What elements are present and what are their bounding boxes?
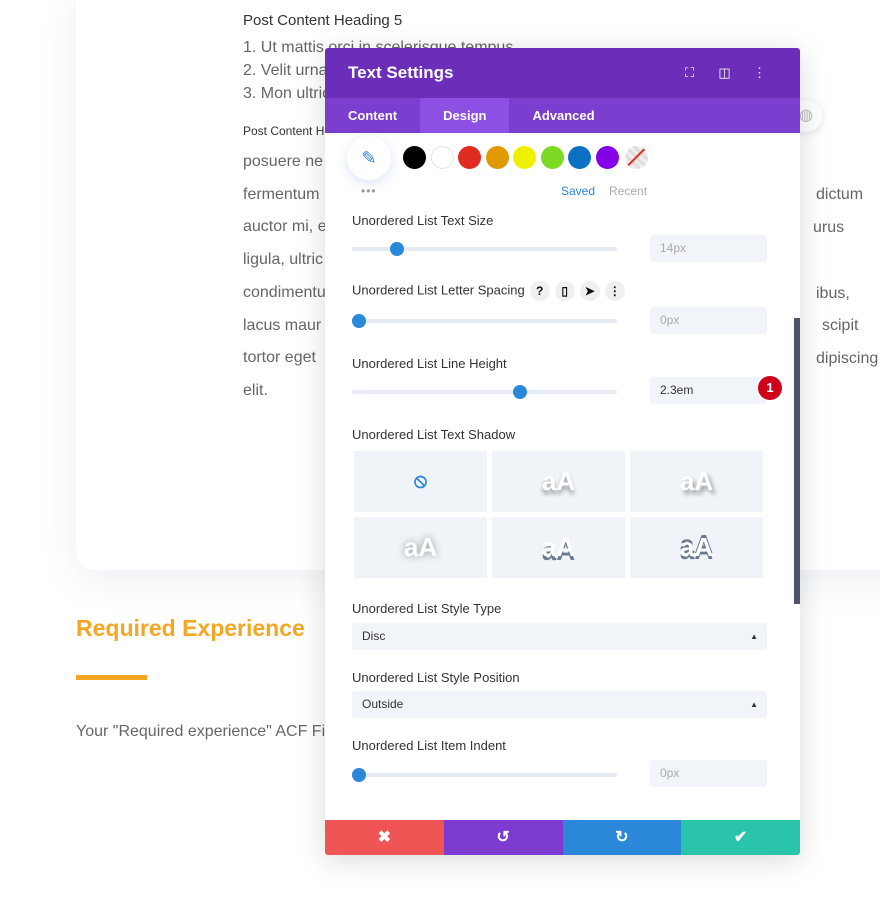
style-type-label: Unordered List Style Type: [352, 601, 502, 616]
letter-spacing-label: Unordered List Letter Spacing? ▯ ➤ ⋮: [352, 281, 625, 301]
style-type-select[interactable]: Disc ▲: [352, 623, 767, 650]
required-experience-heading: Required Experience: [76, 615, 305, 641]
shadow-none-option[interactable]: ⦸: [354, 451, 487, 512]
line-height-label: Unordered List Line Height: [352, 356, 507, 371]
post-heading-6: Post Content H: [243, 124, 325, 138]
line-height-input[interactable]: 2.3em: [650, 377, 767, 404]
tab-content[interactable]: Content: [325, 98, 420, 133]
item-indent-input[interactable]: 0px: [650, 760, 767, 787]
post-heading-5: Post Content Heading 5: [243, 12, 403, 29]
split-view-icon[interactable]: ◫: [707, 65, 742, 81]
heading-divider: [76, 675, 147, 680]
mobile-icon[interactable]: ▯: [554, 281, 575, 301]
style-type-value: Disc: [362, 629, 386, 643]
paragraph-line: fermentum: [243, 185, 320, 203]
modal-title: Text Settings: [348, 63, 454, 82]
text-size-label: Unordered List Text Size: [352, 213, 494, 228]
paragraph-line: auctor mi, e: [243, 218, 327, 236]
shadow-preset-option[interactable]: aA: [354, 517, 487, 578]
slider-handle[interactable]: [352, 314, 366, 328]
paragraph-line: scipit: [822, 317, 859, 334]
select-arrows-icon: ▲: [750, 632, 758, 641]
paragraph-line: urus: [813, 219, 845, 236]
recent-colors-tab[interactable]: Recent: [609, 184, 647, 198]
modal-header: Text Settings ⛶ ◫ ⋮: [325, 48, 800, 98]
text-size-input[interactable]: 14px: [650, 235, 767, 262]
slider-handle[interactable]: [389, 242, 404, 256]
no-color-swatch[interactable]: [625, 146, 648, 169]
text-shadow-label: Unordered List Text Shadow: [352, 427, 516, 442]
paragraph-line: condimentu: [243, 283, 326, 301]
acf-field-text: Your "Required experience" ACF Fi: [76, 723, 326, 740]
paragraph-line: dipiscing: [816, 350, 879, 367]
tab-design[interactable]: Design: [420, 98, 510, 133]
style-position-select[interactable]: Outside ▲: [352, 691, 767, 718]
slider-handle[interactable]: [352, 768, 366, 782]
more-colors-button[interactable]: •••: [361, 184, 377, 198]
paragraph-line: elit.: [243, 381, 268, 399]
shadow-preset-option[interactable]: aA: [630, 517, 763, 578]
list-item: 2. Velit urna: [243, 62, 328, 79]
cursor-icon[interactable]: ➤: [579, 281, 600, 301]
tab-advanced[interactable]: Advanced: [509, 98, 617, 133]
save-button[interactable]: ✔: [681, 820, 800, 855]
letter-spacing-input[interactable]: 0px: [650, 307, 767, 334]
color-swatch[interactable]: [595, 146, 619, 169]
paragraph-line: posuere ne: [243, 153, 324, 170]
line-height-slider[interactable]: [352, 385, 617, 399]
text-shadow-presets: ⦸ aA aA aA aA aA: [354, 451, 763, 578]
color-swatch[interactable]: [513, 146, 536, 169]
scrollbar[interactable]: [794, 318, 800, 604]
eyedropper-icon[interactable]: ✎: [347, 136, 391, 180]
shadow-preset-option[interactable]: aA: [630, 451, 763, 512]
color-swatch[interactable]: [458, 146, 481, 169]
more-vertical-icon[interactable]: ⋮: [742, 65, 777, 81]
undo-button[interactable]: ↺: [443, 820, 563, 855]
paragraph-line: lacus maur: [243, 316, 322, 334]
item-indent-slider[interactable]: [352, 768, 617, 782]
letter-spacing-label-text: Unordered List Letter Spacing: [352, 282, 525, 298]
color-swatch[interactable]: [568, 146, 591, 169]
saved-colors-tab[interactable]: Saved: [561, 184, 595, 198]
paragraph-line: dictum: [816, 186, 864, 203]
shadow-preset-option[interactable]: aA: [492, 451, 625, 512]
step-badge: 1: [758, 376, 782, 400]
paragraph-line: ligula, ultric: [243, 251, 324, 269]
color-swatch[interactable]: [540, 146, 564, 169]
cancel-button[interactable]: ✖: [325, 820, 444, 855]
text-settings-modal: Text Settings ⛶ ◫ ⋮ Content Design Advan…: [325, 48, 800, 855]
paragraph-line: ibus,: [816, 285, 850, 302]
text-size-slider[interactable]: [352, 242, 617, 256]
style-position-value: Outside: [362, 697, 404, 711]
letter-spacing-slider[interactable]: [352, 314, 617, 328]
item-indent-label: Unordered List Item Indent: [352, 738, 506, 753]
no-shadow-icon: ⦸: [413, 470, 428, 492]
help-icon[interactable]: ?: [529, 281, 550, 301]
select-arrows-icon: ▲: [750, 700, 758, 709]
shadow-preset-option[interactable]: aA: [492, 517, 625, 578]
color-swatch[interactable]: [485, 146, 509, 169]
paragraph-line: tortor eget: [243, 349, 316, 367]
slider-handle[interactable]: [512, 385, 527, 399]
more-vertical-icon[interactable]: ⋮: [604, 281, 625, 301]
fullscreen-icon[interactable]: ⛶: [672, 65, 707, 81]
color-swatch[interactable]: [430, 146, 454, 169]
color-swatch[interactable]: [403, 146, 426, 169]
redo-button[interactable]: ↻: [562, 820, 682, 855]
style-position-label: Unordered List Style Position: [352, 670, 520, 685]
list-item: 3. Mon ultric: [243, 85, 331, 102]
